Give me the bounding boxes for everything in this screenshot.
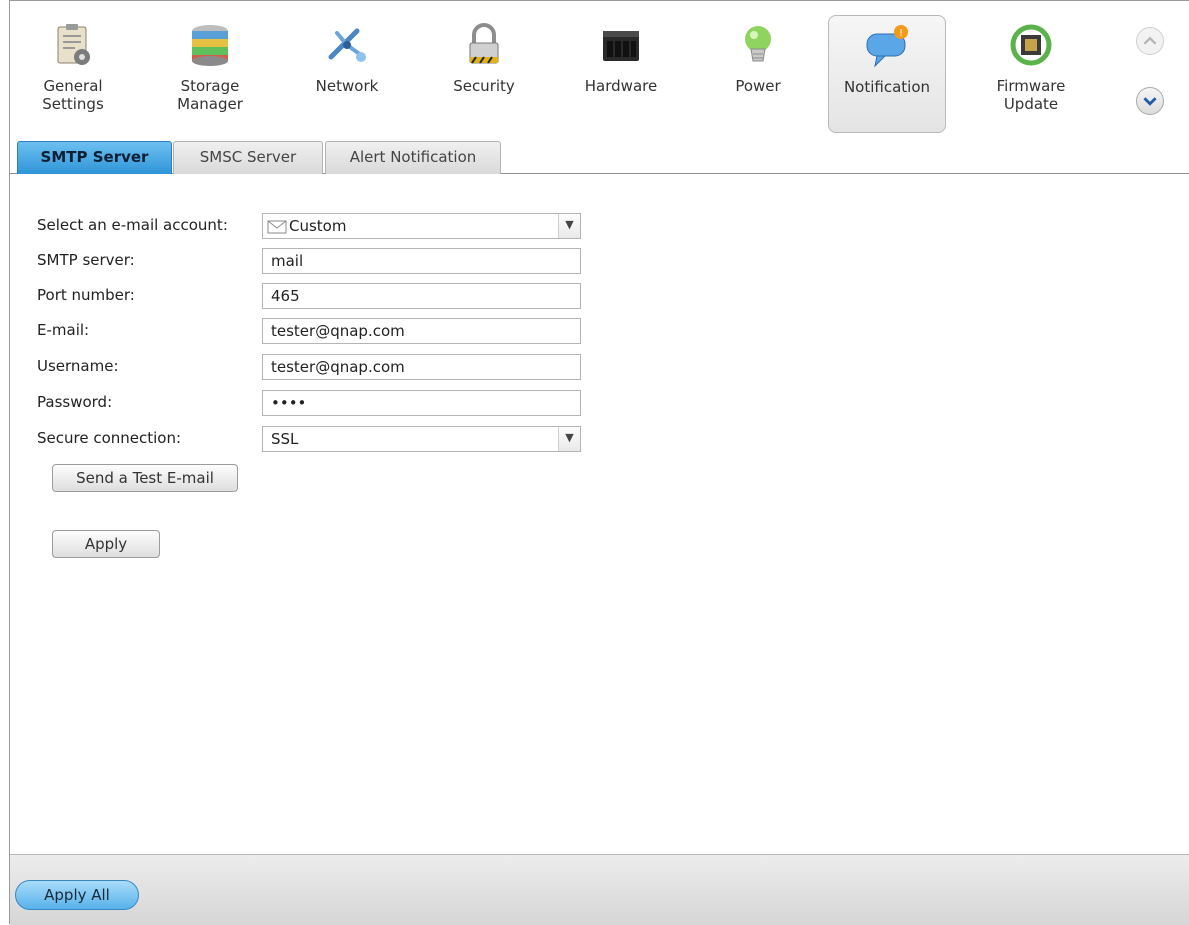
send-test-email-button[interactable]: Send a Test E-mail bbox=[52, 464, 238, 492]
tab-alert-notification[interactable]: Alert Notification bbox=[325, 141, 501, 174]
email-input[interactable]: tester@qnap.com bbox=[262, 318, 581, 344]
toolbar-scroll-down-button[interactable] bbox=[1136, 87, 1164, 115]
toolbar-label: Hardware bbox=[584, 77, 658, 95]
password-input[interactable]: •••• bbox=[262, 390, 581, 416]
toolbar-power[interactable]: Power bbox=[699, 15, 817, 133]
email-label: E-mail: bbox=[37, 321, 90, 339]
toolbar-label: Storage Manager bbox=[177, 77, 243, 113]
control-panel-window: General Settings Storage Manager Network bbox=[9, 0, 1189, 925]
security-lock-icon bbox=[469, 23, 499, 64]
toolbar-storage-manager[interactable]: Storage Manager bbox=[151, 15, 269, 133]
secure-connection-value: SSL bbox=[271, 430, 299, 448]
toolbar-label: Firmware Update bbox=[996, 77, 1066, 113]
toolbar-label: Power bbox=[735, 77, 781, 95]
toolbar-notification[interactable]: ! Notification bbox=[828, 15, 946, 133]
chevron-down-icon[interactable]: ▼ bbox=[558, 427, 580, 451]
password-label: Password: bbox=[37, 393, 113, 411]
envelope-icon bbox=[267, 220, 287, 233]
toolbar-label: General Settings bbox=[42, 77, 104, 113]
smtp-server-input[interactable]: mail bbox=[262, 248, 581, 274]
secure-connection-select[interactable]: SSL ▼ bbox=[262, 426, 581, 452]
tab-bar: SMTP Server SMSC Server Alert Notificati… bbox=[10, 141, 1189, 174]
apply-button[interactable]: Apply bbox=[52, 530, 160, 558]
toolbar-security[interactable]: Security bbox=[425, 15, 543, 133]
chevron-up-icon bbox=[1143, 36, 1157, 45]
smtp-server-label: SMTP server: bbox=[37, 251, 135, 269]
email-account-label: Select an e-mail account: bbox=[37, 216, 228, 234]
svg-text:!: ! bbox=[899, 28, 903, 39]
toolbar-network[interactable]: Network bbox=[288, 15, 406, 133]
toolbar-firmware-update[interactable]: Firmware Update bbox=[972, 15, 1090, 133]
tab-smtp-server[interactable]: SMTP Server bbox=[17, 141, 172, 174]
chevron-down-icon[interactable]: ▼ bbox=[558, 214, 580, 238]
power-bulb-icon bbox=[745, 26, 771, 62]
toolbar-scroll-up-button[interactable] bbox=[1136, 27, 1164, 55]
email-account-select[interactable]: Custom ▼ bbox=[262, 213, 581, 239]
general-settings-icon bbox=[57, 24, 90, 65]
network-icon bbox=[328, 28, 366, 62]
toolbar-label: Notification bbox=[843, 78, 931, 96]
toolbar-label: Network bbox=[315, 77, 379, 95]
notification-bubble-icon: ! bbox=[866, 25, 908, 68]
tab-smsc-server[interactable]: SMSC Server bbox=[173, 141, 323, 174]
apply-all-button[interactable]: Apply All bbox=[15, 880, 139, 910]
email-account-value: Custom bbox=[289, 217, 347, 235]
port-number-input[interactable]: 465 bbox=[262, 283, 581, 309]
firmware-update-icon bbox=[1010, 24, 1052, 66]
chevron-down-icon bbox=[1143, 97, 1157, 106]
settings-toolbar: General Settings Storage Manager Network bbox=[10, 1, 1189, 141]
toolbar-label: Security bbox=[453, 77, 515, 95]
hardware-icon bbox=[603, 31, 639, 61]
toolbar-hardware[interactable]: Hardware bbox=[562, 15, 680, 133]
storage-manager-icon bbox=[192, 25, 228, 66]
footer-bar: Apply All bbox=[10, 854, 1189, 925]
username-input[interactable]: tester@qnap.com bbox=[262, 354, 581, 380]
toolbar-general-settings[interactable]: General Settings bbox=[14, 15, 132, 133]
port-number-label: Port number: bbox=[37, 286, 135, 304]
username-label: Username: bbox=[37, 357, 119, 375]
secure-connection-label: Secure connection: bbox=[37, 429, 182, 447]
